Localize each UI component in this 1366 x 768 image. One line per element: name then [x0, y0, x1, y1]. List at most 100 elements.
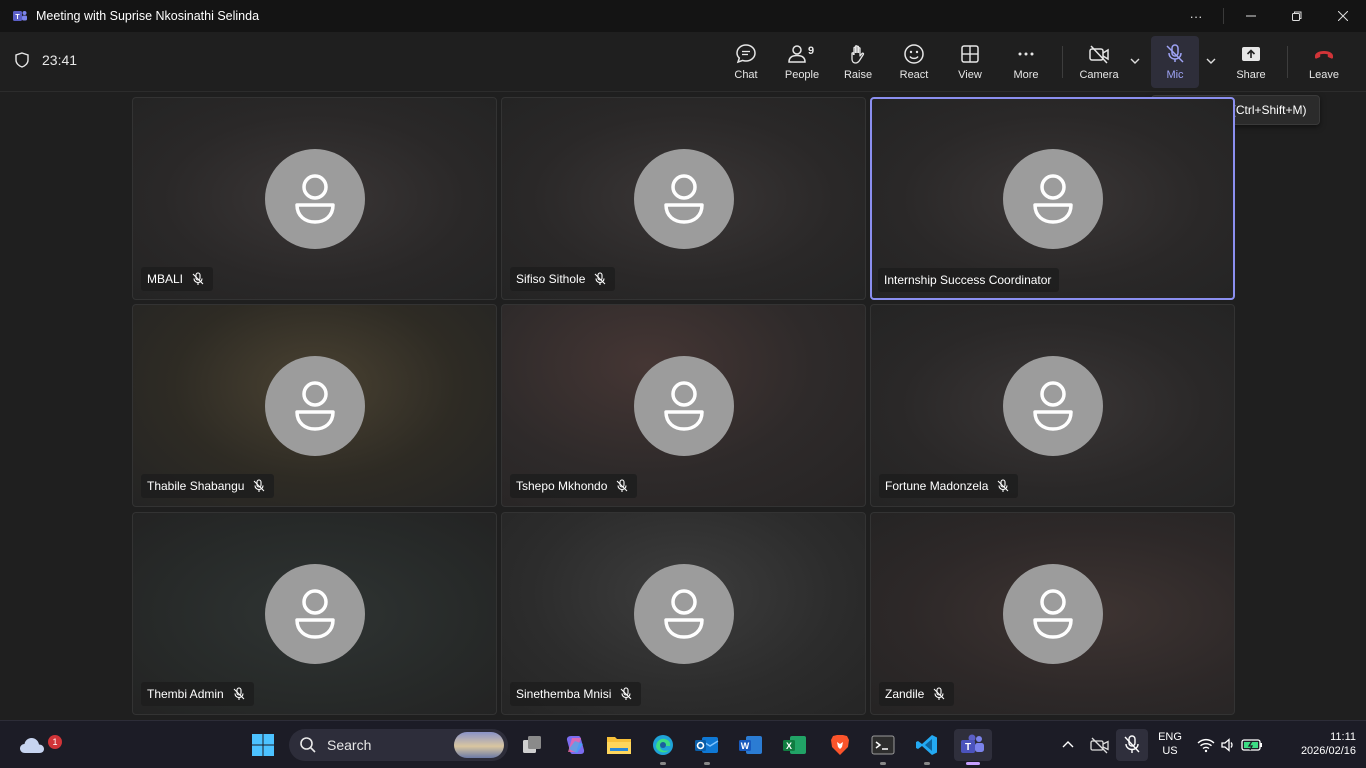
- camera-off-icon: [1090, 737, 1109, 754]
- taskbar-search[interactable]: Search: [289, 729, 508, 761]
- svg-text:X: X: [786, 741, 792, 751]
- mic-muted-icon: [933, 687, 945, 700]
- camera-off-icon: [1089, 45, 1109, 64]
- react-label: React: [899, 69, 929, 81]
- minimize-icon[interactable]: [1228, 0, 1274, 32]
- region-code: US: [1162, 745, 1178, 757]
- show-hidden-icons-button[interactable]: [1052, 729, 1084, 761]
- participant-name: Sifiso Sithole: [516, 272, 586, 286]
- leave-button[interactable]: Leave: [1298, 36, 1350, 88]
- teams-app[interactable]: T: [954, 729, 992, 765]
- participant-tile[interactable]: Sinethemba Mnisi: [501, 512, 866, 715]
- person-icon: [294, 173, 335, 224]
- participant-tile[interactable]: Fortune Madonzela: [870, 304, 1235, 507]
- camera-privacy-tray[interactable]: [1084, 729, 1116, 761]
- people-button[interactable]: 9 People: [776, 36, 828, 88]
- mic-options-chevron-icon[interactable]: [1204, 54, 1218, 68]
- quick-settings-tray[interactable]: [1194, 729, 1266, 761]
- mic-muted-icon: [233, 687, 245, 700]
- participant-nameplate: Fortune Madonzela: [879, 474, 1019, 498]
- participant-name: MBALI: [147, 272, 184, 286]
- avatar: [264, 355, 365, 456]
- view-button[interactable]: View: [944, 36, 996, 88]
- word-icon: W: [739, 736, 762, 754]
- participant-nameplate: Sifiso Sithole: [510, 267, 616, 291]
- participant-tile[interactable]: Thembi Admin: [132, 512, 497, 715]
- participant-tile-active-speaker[interactable]: Internship Success Coordinator: [870, 97, 1235, 300]
- participant-nameplate: Tshepo Mkhondo: [510, 474, 638, 498]
- mic-privacy-tray[interactable]: [1116, 729, 1148, 761]
- participant-tile[interactable]: Sifiso Sithole: [501, 97, 866, 300]
- outlook-icon: [695, 737, 719, 753]
- mic-button[interactable]: Mic: [1151, 36, 1199, 88]
- mic-muted-icon: [621, 687, 632, 700]
- chat-button[interactable]: Chat: [720, 36, 772, 88]
- teams-app-icon: T: [13, 11, 27, 21]
- svg-text:T: T: [965, 742, 971, 753]
- avatar: [1002, 148, 1103, 249]
- toolbar-divider: [1287, 46, 1288, 78]
- more-button[interactable]: More: [1000, 36, 1052, 88]
- avatar: [633, 563, 734, 664]
- svg-text:W: W: [741, 741, 750, 751]
- participant-name: Internship Success Coordinator: [884, 273, 1052, 287]
- outlook-app[interactable]: [691, 729, 723, 765]
- restore-icon[interactable]: [1274, 0, 1320, 32]
- weather-widget[interactable]: 1: [16, 729, 62, 761]
- title-bar: T Meeting with Suprise Nkosinathi Selind…: [0, 0, 1366, 32]
- camera-button[interactable]: Camera: [1073, 36, 1125, 88]
- view-label: View: [958, 69, 982, 81]
- hangup-icon: [1315, 51, 1333, 59]
- notification-badge: 1: [48, 735, 62, 749]
- running-indicator: [924, 762, 930, 765]
- folder-icon: [607, 737, 631, 754]
- camera-label: Camera: [1079, 69, 1119, 81]
- start-button[interactable]: [247, 729, 279, 761]
- vscode-app[interactable]: [911, 729, 943, 765]
- mic-muted-icon: [617, 479, 628, 492]
- window-controls: ···: [1173, 0, 1366, 32]
- participant-name: Fortune Madonzela: [885, 479, 989, 493]
- edge-app[interactable]: [647, 729, 679, 765]
- excel-app[interactable]: X: [779, 729, 811, 761]
- mic-off-icon: [1166, 44, 1184, 63]
- participant-nameplate: Thembi Admin: [141, 682, 254, 706]
- participant-name: Thembi Admin: [147, 687, 224, 701]
- clock[interactable]: 11:11 2026/02/16: [1280, 730, 1356, 758]
- react-button[interactable]: React: [888, 36, 940, 88]
- person-icon: [663, 380, 704, 431]
- raise-hand-button[interactable]: Raise: [832, 36, 884, 88]
- brave-app[interactable]: [824, 729, 856, 761]
- terminal-app[interactable]: [867, 729, 899, 765]
- participant-nameplate: MBALI: [141, 267, 214, 291]
- file-explorer-app[interactable]: [603, 729, 635, 761]
- copilot-app[interactable]: [559, 729, 591, 761]
- leave-label: Leave: [1309, 69, 1339, 81]
- grid-view-icon: [961, 45, 979, 63]
- smiley-icon: [904, 44, 924, 64]
- divider: [1223, 8, 1224, 24]
- ellipsis-icon[interactable]: ···: [1173, 0, 1219, 32]
- copilot-icon: [566, 736, 585, 754]
- more-label: More: [1013, 69, 1039, 81]
- participant-tile[interactable]: Zandile: [870, 512, 1235, 715]
- input-language[interactable]: ENG US: [1156, 730, 1184, 758]
- participant-grid: MBALI Sifiso Sithole Internship Success …: [132, 97, 1235, 715]
- meeting-toolbar: 23:41 Chat 9 People Raise React View Mor…: [0, 32, 1366, 92]
- word-app[interactable]: W: [735, 729, 767, 761]
- share-label: Share: [1236, 69, 1266, 81]
- clock-date: 2026/02/16: [1300, 745, 1356, 757]
- participant-tile[interactable]: Thabile Shabangu: [132, 304, 497, 507]
- camera-options-chevron-icon[interactable]: [1128, 54, 1142, 68]
- close-icon[interactable]: [1320, 0, 1366, 32]
- participant-name: Thabile Shabangu: [147, 479, 245, 493]
- task-view-button[interactable]: [516, 729, 548, 761]
- avatar: [1002, 355, 1103, 456]
- windows-taskbar: 1 Search W X T ENG US 11:11 2026/02/16: [0, 720, 1366, 768]
- clock-time: 11:11: [1330, 731, 1356, 743]
- mic-muted-icon: [594, 272, 606, 285]
- share-button[interactable]: Share: [1225, 36, 1277, 88]
- edge-icon: [653, 735, 673, 755]
- participant-tile[interactable]: MBALI: [132, 97, 497, 300]
- participant-tile[interactable]: Tshepo Mkhondo: [501, 304, 866, 507]
